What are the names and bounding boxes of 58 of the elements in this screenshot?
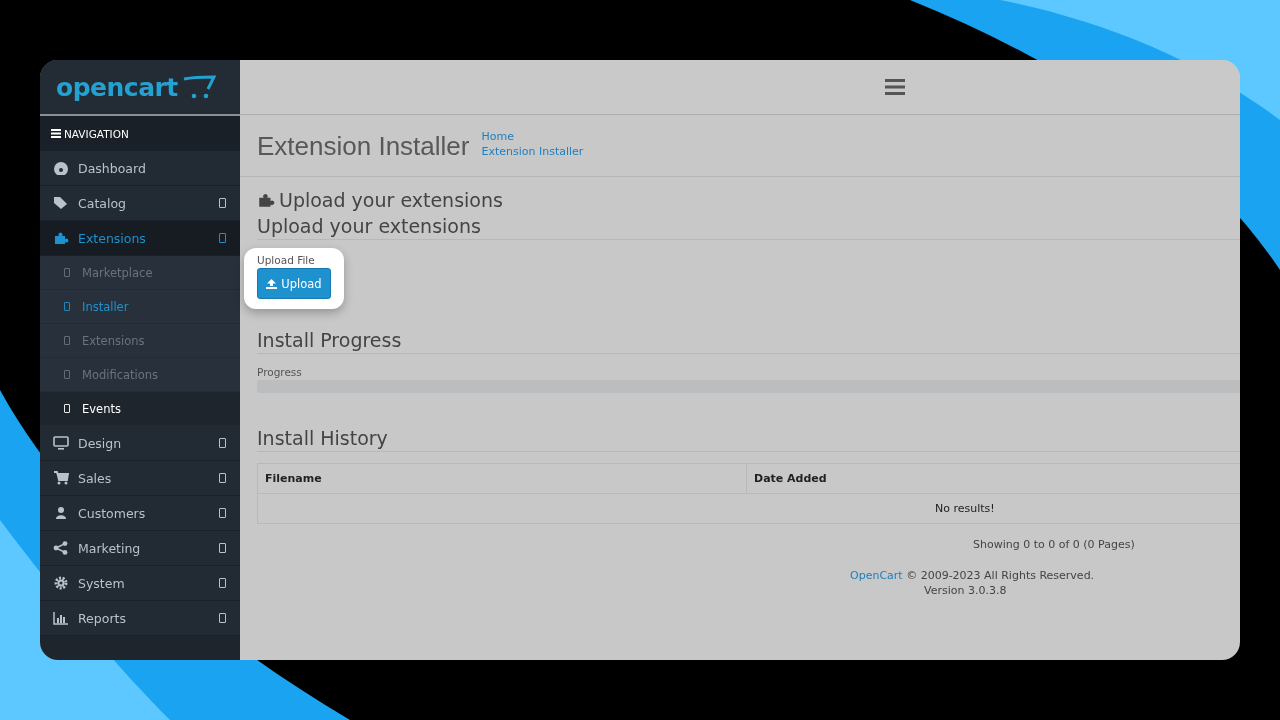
breadcrumb-link[interactable]: Extension Installer <box>481 144 584 158</box>
nav-item[interactable]: Customers <box>40 496 240 531</box>
panel-heading: Upload your extensions <box>279 189 503 211</box>
breadcrumb-link[interactable]: Home <box>481 129 584 143</box>
gear-icon <box>53 576 69 590</box>
menu-icon <box>51 129 61 138</box>
puzzle-icon <box>53 231 69 245</box>
section-legend: Install Progress <box>257 329 1240 354</box>
nav-item[interactable]: Marketing <box>40 531 240 566</box>
tag-icon <box>53 196 69 210</box>
square-icon <box>219 613 226 623</box>
nav-subitem[interactable]: Marketplace <box>40 256 240 290</box>
user-icon <box>53 506 69 520</box>
nav-subitem[interactable]: Extensions <box>40 324 240 358</box>
nav-item[interactable]: Catalog <box>40 186 240 221</box>
cart-logo-icon <box>181 75 216 99</box>
square-icon <box>64 302 70 311</box>
square-icon <box>64 268 70 277</box>
square-icon <box>64 404 70 413</box>
nav-item[interactable]: Design <box>40 426 240 461</box>
dashboard-icon <box>53 161 69 175</box>
navigation-heading: NAVIGATION <box>64 127 129 140</box>
upload-icon <box>266 278 278 289</box>
column-header: Filename <box>257 463 747 494</box>
square-icon <box>219 473 226 483</box>
copyright-text: © 2009-2023 All Rights Reserved. <box>906 569 1095 582</box>
empty-table-message: No results! <box>257 493 1240 524</box>
column-header: Date Added <box>746 463 1240 494</box>
chart-icon <box>53 611 69 625</box>
progress-label: Progress <box>257 366 303 378</box>
puzzle-icon <box>257 192 275 208</box>
opencart-link[interactable]: OpenCart <box>850 569 903 582</box>
square-icon <box>64 370 70 379</box>
nav-item[interactable]: Reports <box>40 601 240 636</box>
nav-item[interactable]: Sales <box>40 461 240 496</box>
upload-button[interactable]: Upload <box>257 268 331 299</box>
nav-subitem[interactable]: Installer <box>40 290 240 324</box>
share-icon <box>53 541 69 555</box>
section-legend: Upload your extensions <box>257 215 1240 240</box>
square-icon <box>219 508 226 518</box>
version-text: Version 3.0.3.8 <box>924 584 1007 597</box>
nav-subitem[interactable]: Modifications <box>40 358 240 392</box>
square-icon <box>219 198 226 208</box>
square-icon <box>219 543 226 553</box>
nav-item[interactable]: System <box>40 566 240 601</box>
square-icon <box>219 233 226 243</box>
cart-icon <box>53 471 69 485</box>
upload-file-label: Upload File <box>257 254 316 266</box>
square-icon <box>64 336 70 345</box>
nav-item[interactable]: Extensions <box>40 221 240 256</box>
square-icon <box>219 438 226 448</box>
section-legend: Install History <box>257 427 1240 452</box>
menu-icon[interactable] <box>885 79 905 95</box>
pagination-text: Showing 0 to 0 of 0 (0 Pages) <box>973 538 1135 551</box>
page-title: Extension Installer <box>257 131 470 162</box>
square-icon <box>219 578 226 588</box>
nav-item[interactable]: Dashboard <box>40 151 240 186</box>
monitor-icon <box>53 436 69 450</box>
